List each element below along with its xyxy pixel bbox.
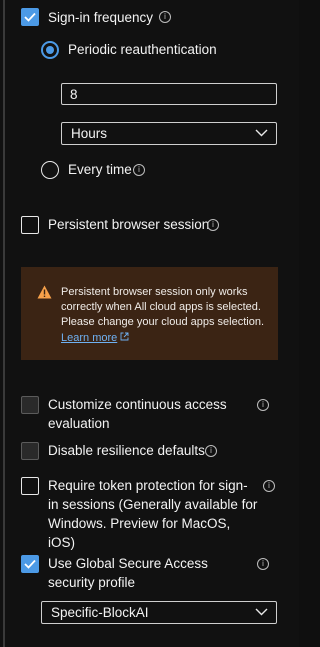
signin-frequency-checkbox[interactable] bbox=[21, 8, 39, 26]
every-time-label: Every time bbox=[68, 162, 132, 177]
frequency-value-input[interactable] bbox=[61, 83, 277, 105]
token-protection-info-icon[interactable]: i bbox=[263, 480, 275, 492]
checkmark-icon bbox=[24, 12, 36, 22]
persistent-session-label: Persistent browser session bbox=[48, 217, 210, 232]
session-controls-panel: Sign-in frequency i Periodic reauthentic… bbox=[0, 0, 299, 647]
resilience-info-icon[interactable]: i bbox=[205, 445, 217, 457]
signin-frequency-label: Sign-in frequency bbox=[48, 10, 154, 25]
token-protection-checkbox[interactable] bbox=[21, 477, 39, 495]
signin-frequency-info-icon[interactable]: i bbox=[159, 11, 171, 23]
periodic-reauth-label: Periodic reauthentication bbox=[68, 42, 217, 57]
learn-more-link[interactable]: Learn more bbox=[61, 332, 117, 344]
continuous-access-label: Customize continuous access evaluation bbox=[48, 397, 227, 431]
global-secure-access-checkbox[interactable] bbox=[21, 555, 39, 573]
periodic-reauth-radio[interactable] bbox=[41, 41, 59, 59]
persistent-session-warning: Persistent browser session only works co… bbox=[21, 267, 278, 360]
security-profile-select[interactable]: Specific-BlockAI bbox=[41, 601, 277, 624]
warning-icon bbox=[37, 285, 52, 299]
left-border-line bbox=[3, 0, 5, 647]
security-profile-value: Specific-BlockAI bbox=[51, 605, 149, 620]
continuous-access-checkbox[interactable] bbox=[21, 396, 39, 414]
every-time-radio[interactable] bbox=[41, 161, 59, 179]
frequency-unit-select[interactable]: Hours bbox=[61, 122, 277, 145]
checkmark-icon bbox=[24, 559, 36, 569]
persistent-session-info-icon[interactable]: i bbox=[207, 219, 219, 231]
chevron-down-icon bbox=[255, 608, 268, 616]
resilience-label: Disable resilience defaults bbox=[48, 443, 205, 458]
global-secure-access-label: Use Global Secure Access security profil… bbox=[48, 556, 208, 590]
warning-text: Persistent browser session only works co… bbox=[61, 286, 265, 329]
chevron-down-icon bbox=[255, 129, 268, 137]
persistent-session-checkbox[interactable] bbox=[21, 216, 39, 234]
global-secure-access-info-icon[interactable]: i bbox=[257, 558, 269, 570]
continuous-access-info-icon[interactable]: i bbox=[257, 399, 269, 411]
frequency-unit-value: Hours bbox=[71, 126, 108, 141]
external-link-icon bbox=[120, 332, 129, 341]
token-protection-label: Require token protection for sign-in ses… bbox=[48, 478, 258, 550]
every-time-info-icon[interactable]: i bbox=[133, 164, 145, 176]
resilience-checkbox[interactable] bbox=[21, 442, 39, 460]
warning-message: Persistent browser session only works co… bbox=[61, 285, 271, 346]
